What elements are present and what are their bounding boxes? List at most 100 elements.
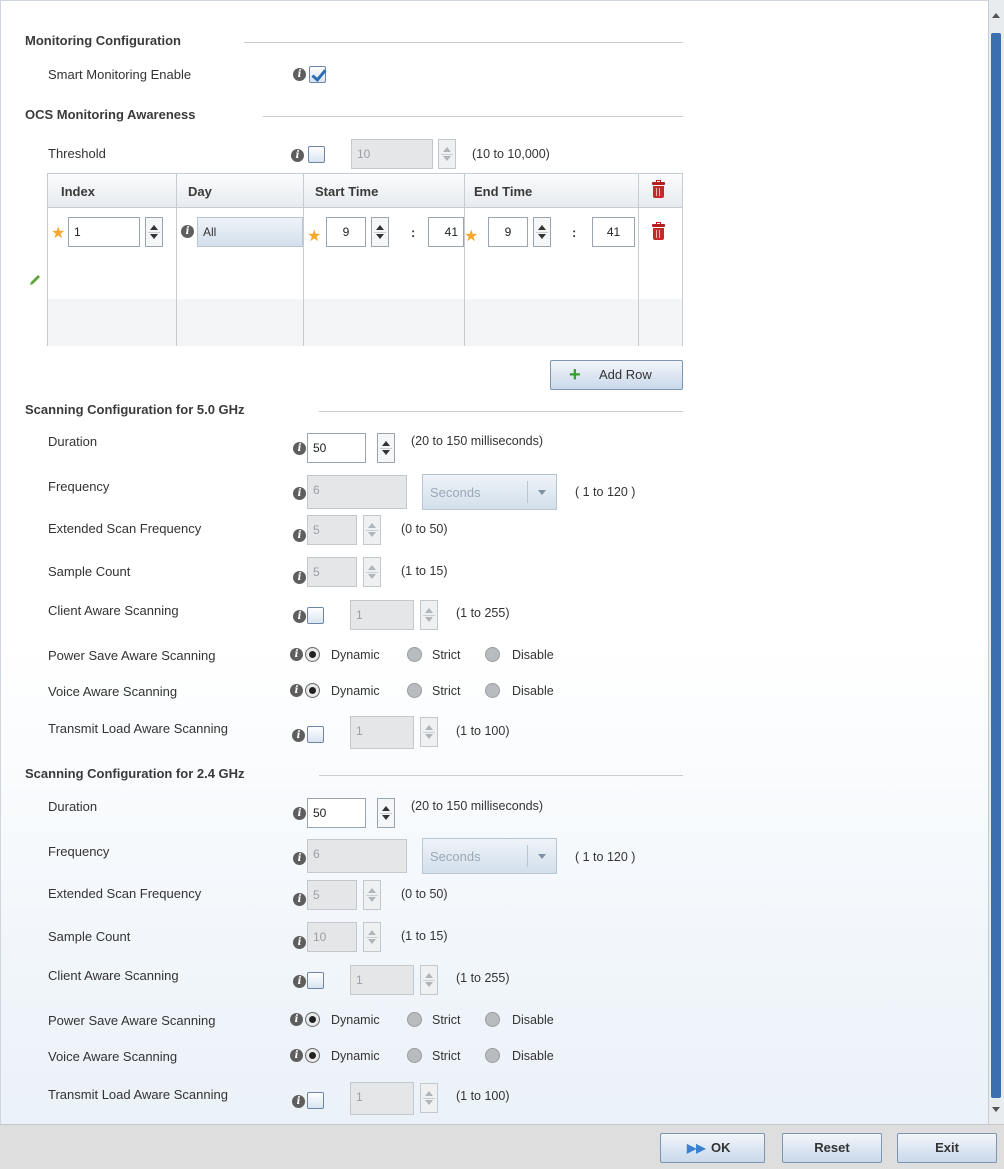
info-icon[interactable]: i (293, 893, 306, 906)
info-icon[interactable]: i (290, 648, 303, 661)
info-icon[interactable]: i (293, 807, 306, 820)
radio-label-strict: Strict (432, 684, 461, 698)
voice-strict-radio-5ghz[interactable] (407, 683, 422, 698)
info-icon[interactable]: i (290, 1049, 303, 1062)
duration-stepper-24ghz[interactable] (377, 798, 395, 828)
frequency-label: Frequency (48, 844, 110, 859)
power-save-disable-radio-24ghz[interactable] (485, 1012, 500, 1027)
info-icon[interactable]: i (293, 68, 306, 81)
plus-icon: + (569, 364, 581, 386)
smart-monitoring-checkbox[interactable] (309, 66, 326, 83)
info-icon[interactable]: i (293, 936, 306, 949)
client-aware-input-5ghz[interactable]: 1 (350, 600, 414, 630)
exit-button[interactable]: Exit (897, 1133, 997, 1163)
info-icon[interactable]: i (293, 610, 306, 623)
duration-stepper-5ghz[interactable] (377, 433, 395, 463)
scrollbar-thumb[interactable] (991, 33, 1001, 1098)
start-hour-stepper[interactable] (371, 217, 389, 247)
sample-count-input-5ghz[interactable]: 5 (307, 557, 357, 587)
add-row-button[interactable]: + Add Row (550, 360, 683, 390)
extended-scan-input-24ghz[interactable]: 5 (307, 880, 357, 910)
start-minute-input[interactable]: 41 (428, 217, 464, 247)
voice-dynamic-radio-5ghz[interactable] (305, 683, 320, 698)
end-hour-input[interactable]: 9 (488, 217, 528, 247)
voice-strict-radio-24ghz[interactable] (407, 1048, 422, 1063)
extended-scan-input-5ghz[interactable]: 5 (307, 515, 357, 545)
ok-button[interactable]: ▶▶ OK (660, 1133, 765, 1163)
column-header-day[interactable]: Day (188, 184, 212, 199)
section-divider (319, 775, 683, 776)
column-header-index[interactable]: Index (61, 184, 95, 199)
client-aware-checkbox-5ghz[interactable] (307, 607, 324, 624)
index-input[interactable]: 1 (68, 217, 140, 247)
start-hour-input[interactable]: 9 (326, 217, 366, 247)
info-icon[interactable]: i (291, 149, 304, 162)
info-icon[interactable]: i (293, 529, 306, 542)
extended-scan-hint: (0 to 50) (401, 522, 448, 536)
scroll-down-icon[interactable] (992, 1107, 1000, 1112)
duration-input-24ghz[interactable]: 50 (307, 798, 366, 828)
client-aware-checkbox-24ghz[interactable] (307, 972, 324, 989)
frequency-input-5ghz[interactable]: 6 (307, 475, 407, 509)
reset-button[interactable]: Reset (782, 1133, 882, 1163)
client-aware-label: Client Aware Scanning (48, 603, 179, 618)
info-icon[interactable]: i (293, 975, 306, 988)
radio-label-dynamic: Dynamic (331, 648, 380, 662)
radio-label-strict: Strict (432, 1013, 461, 1027)
extended-scan-stepper-5ghz[interactable] (363, 515, 381, 545)
threshold-checkbox[interactable] (308, 146, 325, 163)
duration-input-5ghz[interactable]: 50 (307, 433, 366, 463)
index-stepper[interactable] (145, 217, 163, 247)
threshold-input[interactable]: 10 (351, 139, 433, 169)
info-icon[interactable]: i (292, 1095, 305, 1108)
frequency-input-24ghz[interactable]: 6 (307, 839, 407, 873)
sample-count-stepper-24ghz[interactable] (363, 922, 381, 952)
power-save-strict-radio-5ghz[interactable] (407, 647, 422, 662)
sample-count-stepper-5ghz[interactable] (363, 557, 381, 587)
column-header-end-time[interactable]: End Time (474, 184, 532, 199)
client-aware-input-24ghz[interactable]: 1 (350, 965, 414, 995)
info-icon[interactable]: i (181, 225, 194, 238)
delete-row-icon[interactable] (652, 222, 665, 240)
delete-all-icon[interactable] (652, 180, 665, 198)
info-icon[interactable]: i (293, 442, 306, 455)
sample-count-input-24ghz[interactable]: 10 (307, 922, 357, 952)
required-star-icon: ★ (51, 225, 66, 242)
info-icon[interactable]: i (293, 487, 306, 500)
radio-label-strict: Strict (432, 648, 461, 662)
config-panel: Monitoring Configuration Smart Monitorin… (0, 0, 988, 1124)
frequency-unit-select-24ghz[interactable]: Seconds (422, 838, 557, 874)
threshold-stepper[interactable] (438, 139, 456, 169)
power-save-dynamic-radio-5ghz[interactable] (305, 647, 320, 662)
radio-label-disable: Disable (512, 1049, 554, 1063)
info-icon[interactable]: i (293, 571, 306, 584)
voice-dynamic-radio-24ghz[interactable] (305, 1048, 320, 1063)
end-hour-stepper[interactable] (533, 217, 551, 247)
transmit-load-checkbox-24ghz[interactable] (307, 1092, 324, 1109)
voice-disable-radio-24ghz[interactable] (485, 1048, 500, 1063)
transmit-load-stepper-24ghz[interactable] (420, 1083, 438, 1113)
transmit-load-stepper-5ghz[interactable] (420, 717, 438, 747)
power-save-disable-radio-5ghz[interactable] (485, 647, 500, 662)
extended-scan-label: Extended Scan Frequency (48, 886, 202, 901)
transmit-load-input-5ghz[interactable]: 1 (350, 716, 414, 749)
day-select[interactable]: All (197, 217, 303, 247)
info-icon[interactable]: i (290, 1013, 303, 1026)
column-header-start-time[interactable]: Start Time (315, 184, 378, 199)
info-icon[interactable]: i (292, 729, 305, 742)
voice-disable-radio-5ghz[interactable] (485, 683, 500, 698)
extended-scan-stepper-24ghz[interactable] (363, 880, 381, 910)
client-aware-stepper-24ghz[interactable] (420, 965, 438, 995)
voice-aware-label: Voice Aware Scanning (48, 1049, 178, 1064)
frequency-unit-select-5ghz[interactable]: Seconds (422, 474, 557, 510)
info-icon[interactable]: i (290, 684, 303, 697)
dialog-footer: ▶▶ OK Reset Exit (0, 1124, 1004, 1169)
power-save-strict-radio-24ghz[interactable] (407, 1012, 422, 1027)
scroll-up-icon[interactable] (992, 13, 1000, 18)
transmit-load-input-24ghz[interactable]: 1 (350, 1082, 414, 1115)
transmit-load-checkbox-5ghz[interactable] (307, 726, 324, 743)
end-minute-input[interactable]: 41 (592, 217, 635, 247)
client-aware-stepper-5ghz[interactable] (420, 600, 438, 630)
power-save-dynamic-radio-24ghz[interactable] (305, 1012, 320, 1027)
info-icon[interactable]: i (293, 852, 306, 865)
